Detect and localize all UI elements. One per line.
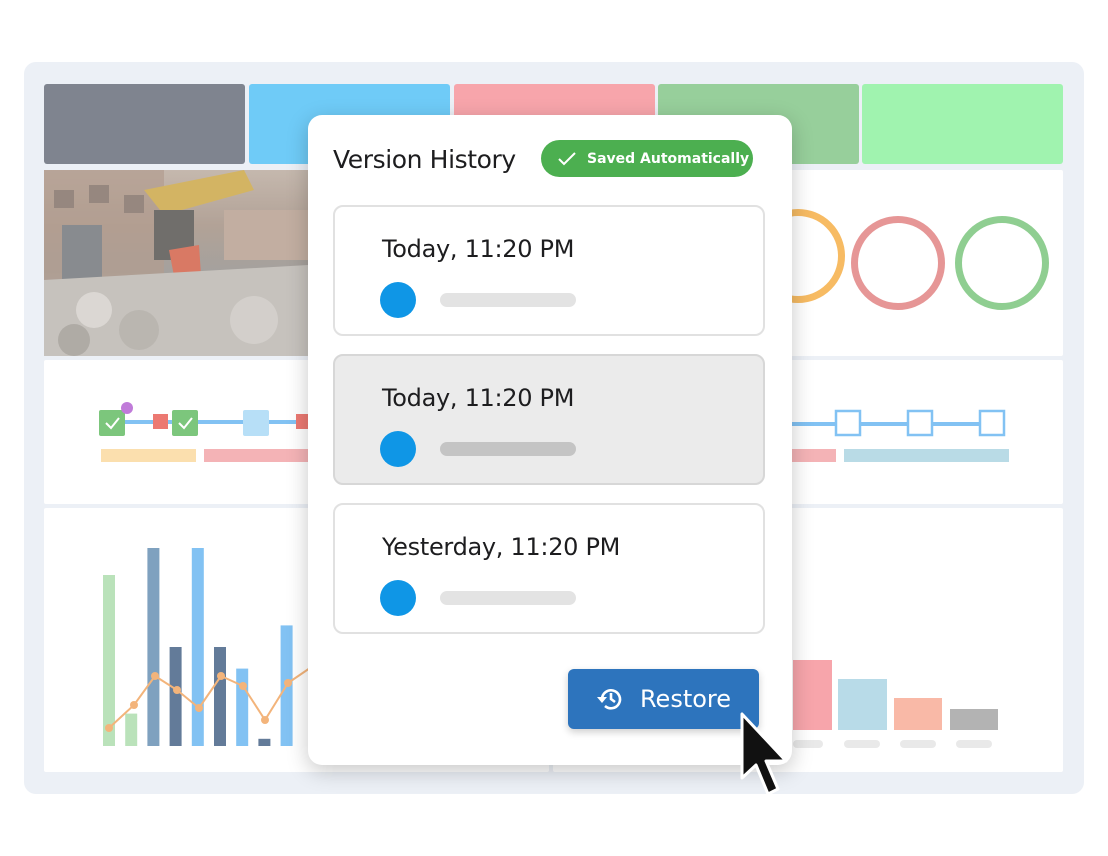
header-tile-gray — [44, 84, 245, 164]
author-placeholder — [440, 591, 576, 605]
chart-bar — [103, 575, 115, 746]
chart-bar — [191, 548, 204, 746]
history-icon — [596, 689, 622, 710]
badge-label: Saved Automatically — [587, 150, 750, 167]
avatar — [380, 282, 416, 318]
version-timestamp: Yesterday, 11:20 PM — [382, 533, 621, 561]
construction-photo — [44, 170, 308, 356]
version-history-modal: Version History Saved Automatically Toda… — [308, 115, 792, 765]
mouse-pointer-icon — [740, 712, 788, 796]
author-placeholder — [440, 442, 576, 456]
restore-button[interactable]: Restore — [568, 669, 759, 729]
chart-bar — [214, 647, 226, 746]
version-item-selected[interactable]: Today, 11:20 PM — [333, 354, 765, 485]
avatar — [380, 431, 416, 467]
saved-automatically-badge: Saved Automatically — [541, 140, 753, 177]
version-timestamp: Today, 11:20 PM — [382, 384, 575, 412]
chart-bar — [169, 647, 182, 746]
avatar — [380, 580, 416, 616]
check-icon — [558, 151, 576, 165]
version-timestamp: Today, 11:20 PM — [382, 235, 575, 263]
author-placeholder — [440, 293, 576, 307]
version-item[interactable]: Yesterday, 11:20 PM — [333, 503, 765, 634]
chart-bar — [236, 668, 249, 746]
modal-title: Version History — [333, 145, 516, 174]
chart-bar — [147, 548, 160, 746]
status-ring-green — [955, 216, 1049, 310]
header-tile-light-green — [862, 84, 1063, 164]
version-item[interactable]: Today, 11:20 PM — [333, 205, 765, 336]
status-ring-red — [851, 216, 945, 310]
restore-label: Restore — [639, 685, 732, 713]
chart-bar — [258, 738, 271, 746]
chart-bar — [125, 713, 138, 746]
